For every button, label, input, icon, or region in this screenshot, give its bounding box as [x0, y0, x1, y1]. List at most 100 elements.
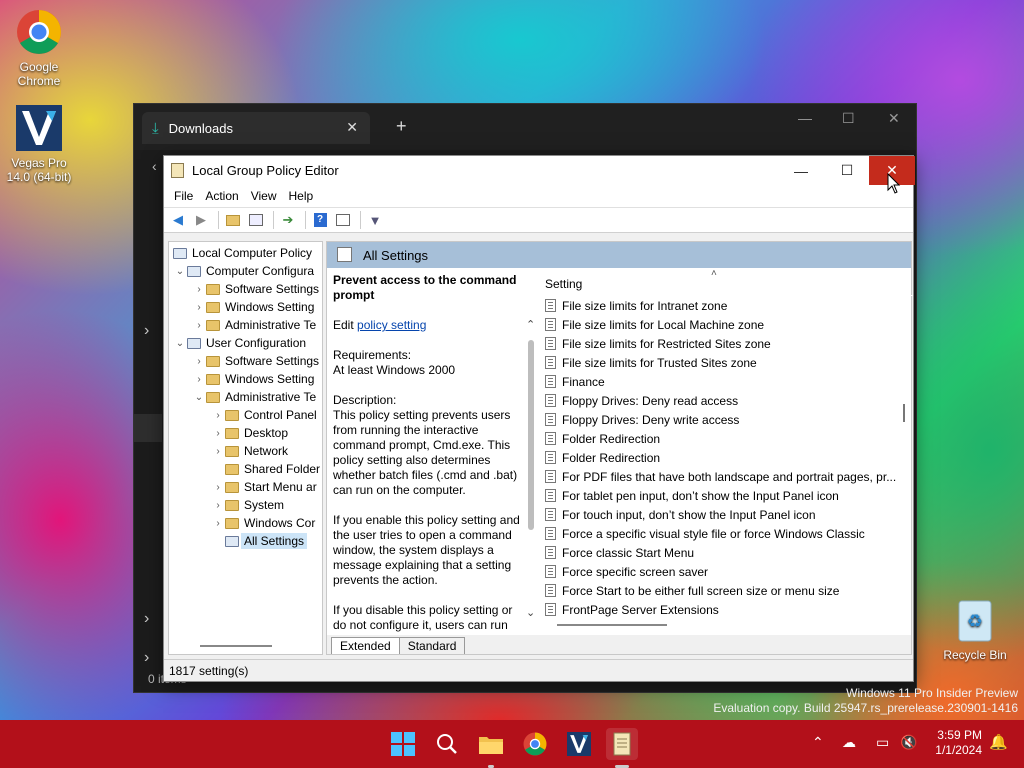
maximize-button[interactable]: ☐ [824, 156, 870, 185]
vegas-taskbar-button[interactable] [563, 728, 595, 760]
setting-row[interactable]: Finance [541, 372, 913, 391]
clock[interactable]: 3:59 PM 1/1/2024 [928, 728, 982, 758]
tree-node[interactable]: › Windows Setting [192, 370, 314, 388]
scroll-down-icon[interactable]: ⌄ [526, 606, 535, 619]
notification-bell-icon[interactable]: 🔔 [989, 733, 1008, 751]
minimize-button[interactable]: — [778, 156, 824, 185]
chevron-down-icon[interactable]: ⌄ [192, 392, 206, 403]
setting-row[interactable]: Folder Redirection [541, 448, 913, 467]
chevron-right-icon[interactable]: › [192, 356, 206, 367]
chevron-right-icon[interactable]: › [192, 284, 206, 295]
setting-row[interactable]: File size limits for Intranet zone [541, 296, 913, 315]
chevron-right-icon[interactable]: › [192, 302, 206, 313]
chevron-right-icon[interactable]: › [211, 482, 225, 493]
menu-view[interactable]: View [245, 189, 283, 203]
list-vertical-scrollbar-thumb[interactable] [903, 404, 905, 422]
desktop-icon-vegas[interactable]: Vegas Pro 14.0 (64-bit) [4, 104, 74, 184]
setting-row[interactable]: Force a specific visual style file or fo… [541, 524, 913, 543]
network-icon[interactable]: ☁ [842, 734, 856, 751]
tree-node[interactable]: › Administrative Te [192, 316, 316, 334]
filter-icon[interactable]: ▼ [365, 210, 385, 230]
setting-row[interactable]: For tablet pen input, don’t show the Inp… [541, 486, 913, 505]
back-icon[interactable]: ◀ [168, 210, 188, 230]
chevron-down-icon[interactable]: ⌄ [173, 266, 187, 277]
edit-policy-link[interactable]: policy setting [357, 318, 426, 332]
up-folder-icon[interactable] [223, 210, 243, 230]
menu-action[interactable]: Action [199, 189, 244, 203]
search-button[interactable] [431, 728, 463, 760]
toolbar-separator [273, 211, 274, 229]
expand-chevron-icon[interactable]: › [144, 610, 149, 628]
tree-node[interactable]: ⌄ Administrative Te [192, 388, 316, 406]
chevron-down-icon[interactable]: ⌄ [173, 338, 187, 349]
setting-row[interactable]: Floppy Drives: Deny read access [541, 391, 913, 410]
setting-row[interactable]: File size limits for Trusted Sites zone [541, 353, 913, 372]
chevron-right-icon[interactable]: › [192, 374, 206, 385]
maximize-button[interactable]: ☐ [842, 110, 855, 127]
minimize-button[interactable]: — [798, 110, 812, 126]
scroll-up-icon[interactable]: ⌃ [526, 318, 535, 331]
help-icon[interactable]: ? [310, 210, 330, 230]
tree-node[interactable]: Local Computer Policy [173, 244, 312, 262]
back-arrow-icon[interactable]: ‹ [152, 158, 157, 174]
list-horizontal-scrollbar-thumb[interactable] [557, 624, 667, 626]
tab-standard[interactable]: Standard [398, 637, 466, 654]
tab-extended[interactable]: Extended [331, 637, 400, 654]
downloads-tab-bar: ⤓ Downloads ✕ + — ☐ ✕ [134, 104, 916, 150]
setting-row[interactable]: For touch input, don’t show the Input Pa… [541, 505, 913, 524]
show-hidden-icons-chevron[interactable]: ⌃ [812, 734, 824, 751]
forward-icon[interactable]: ▶ [191, 210, 211, 230]
tree-node[interactable]: › Windows Setting [192, 298, 314, 316]
column-header-setting[interactable]: Setting ˄ [541, 268, 913, 296]
display-icon[interactable]: ▭ [876, 734, 889, 751]
chevron-right-icon[interactable]: › [211, 428, 225, 439]
policy-editor-taskbar-button[interactable] [606, 728, 638, 768]
start-button[interactable] [387, 728, 419, 760]
tree-node[interactable]: › Control Panel [211, 406, 316, 424]
tree-node[interactable]: › Start Menu ar [211, 478, 316, 496]
tree-node[interactable]: › Network [211, 442, 288, 460]
scrollbar-thumb[interactable] [528, 340, 534, 530]
chevron-right-icon[interactable]: › [211, 518, 225, 529]
downloads-tab[interactable]: ⤓ Downloads ✕ [142, 112, 370, 144]
desktop-icon-recycle-bin[interactable]: ♻ Recycle Bin [940, 596, 1010, 662]
expand-chevron-icon[interactable]: › [144, 649, 149, 667]
volume-muted-icon[interactable]: 🔇 [900, 734, 917, 751]
menu-help[interactable]: Help [283, 189, 320, 203]
setting-row[interactable]: For PDF files that have both landscape a… [541, 467, 913, 486]
tree-node[interactable]: ⌄ Computer Configura [173, 262, 314, 280]
description-scrollbar[interactable]: ⌃ ⌄ [523, 268, 539, 637]
close-tab-icon[interactable]: ✕ [346, 119, 358, 136]
chevron-right-icon[interactable]: › [211, 410, 225, 421]
show-hide-tree-icon[interactable] [246, 210, 266, 230]
setting-row[interactable]: Force classic Start Menu [541, 543, 913, 562]
tree-node[interactable]: › System [211, 496, 284, 514]
tree-node[interactable]: › Windows Cor [211, 514, 315, 532]
tree-node[interactable]: Shared Folder [211, 460, 320, 478]
menu-file[interactable]: File [168, 189, 199, 203]
chevron-right-icon[interactable]: › [192, 320, 206, 331]
chevron-right-icon[interactable]: › [211, 446, 225, 457]
desktop-icon-chrome[interactable]: Google Chrome [4, 8, 74, 88]
setting-row[interactable]: Force Start to be either full screen siz… [541, 581, 913, 600]
export-list-icon[interactable]: ➔ [278, 210, 298, 230]
tree-node[interactable]: › Desktop [211, 424, 288, 442]
close-button[interactable]: ✕ [888, 110, 900, 127]
chrome-taskbar-button[interactable] [519, 728, 551, 760]
setting-row[interactable]: FrontPage Server Extensions [541, 600, 913, 619]
tree-node[interactable]: All Settings [211, 532, 308, 550]
properties-icon[interactable] [333, 210, 353, 230]
tree-node[interactable]: › Software Settings [192, 280, 319, 298]
setting-row[interactable]: Floppy Drives: Deny write access [541, 410, 913, 429]
tree-horizontal-scrollbar-thumb[interactable] [200, 645, 272, 647]
file-explorer-button[interactable] [475, 728, 507, 768]
chevron-right-icon[interactable]: › [211, 500, 225, 511]
setting-row[interactable]: Folder Redirection [541, 429, 913, 448]
setting-row[interactable]: File size limits for Restricted Sites zo… [541, 334, 913, 353]
setting-row[interactable]: Force specific screen saver [541, 562, 913, 581]
expand-chevron-icon[interactable]: › [144, 322, 149, 340]
tree-node[interactable]: ⌄ User Configuration [173, 334, 306, 352]
tree-node[interactable]: › Software Settings [192, 352, 319, 370]
setting-row[interactable]: File size limits for Local Machine zone [541, 315, 913, 334]
new-tab-button[interactable]: + [396, 116, 407, 137]
